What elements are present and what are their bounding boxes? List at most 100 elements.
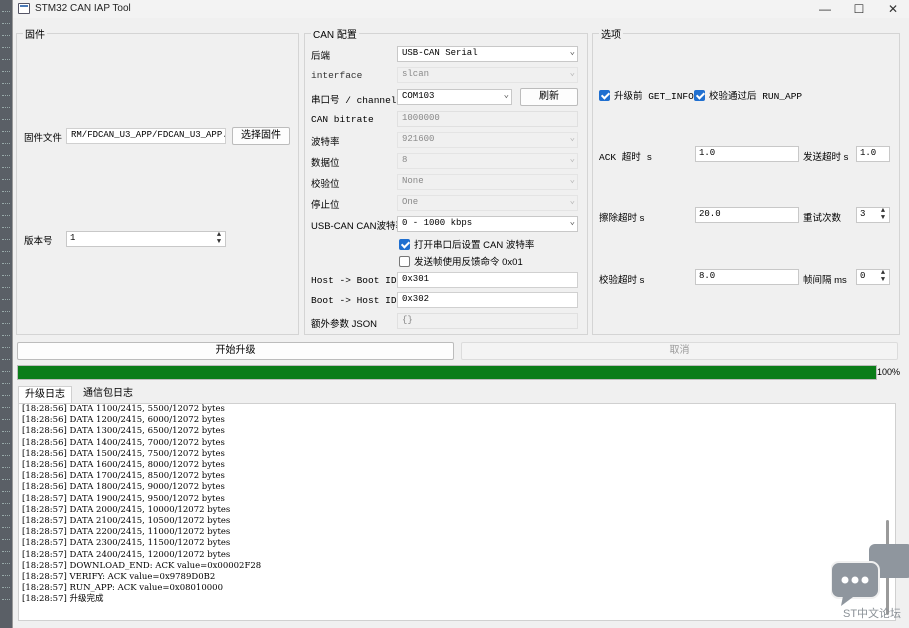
parity-combo[interactable]: None ⌄ — [397, 174, 578, 190]
log-line: [18:28:57] DATA 2300/2415, 11500/12072 b… — [22, 538, 231, 549]
log-line: [18:28:57] 升级完成 — [22, 594, 104, 605]
backend-label: 后端 — [311, 51, 331, 62]
extra-json-label: 额外参数 JSON — [311, 319, 377, 330]
chevron-down-icon: ⌄ — [503, 90, 509, 100]
log-line: [18:28:57] DATA 2100/2415, 10500/12072 b… — [22, 516, 231, 527]
send-timeout-label: 发送超时 s — [803, 152, 849, 163]
parity-value: None — [402, 176, 424, 186]
open-set-rate-label: 打开串口后设置 CAN 波特率 — [414, 240, 535, 251]
erase-timeout-value: 20.0 — [699, 209, 721, 219]
select-firmware-button[interactable]: 选择固件 — [232, 127, 290, 145]
host-boot-label: Host -> Boot ID — [311, 275, 397, 286]
run-app-checkbox[interactable]: 校验通过后 RUN_APP — [694, 88, 802, 102]
port-combo[interactable]: COM103 ⌄ — [397, 89, 512, 105]
erase-timeout-label: 擦除超时 s — [599, 213, 645, 224]
retry-value: 3 — [860, 209, 866, 219]
erase-timeout-spinbox[interactable]: 20.0 — [695, 207, 799, 223]
tab-packet-log[interactable]: 通信包日志 — [77, 386, 139, 403]
options-group: 选项 — [592, 26, 900, 335]
stopbits-combo[interactable]: One ⌄ — [397, 195, 578, 211]
send-timeout-value: 1.0 — [860, 148, 877, 158]
boot-host-label: Boot -> Host ID — [311, 295, 397, 306]
minimize-button[interactable]: — — [808, 0, 842, 18]
interval-spinbox[interactable]: 0 ▲ ▼ — [856, 269, 890, 285]
databits-combo[interactable]: 8 ⌄ — [397, 153, 578, 169]
port-value: COM103 — [402, 91, 435, 101]
log-line: [18:28:56] DATA 1100/2415, 5500/12072 by… — [22, 404, 225, 414]
spin-arrows-icon[interactable]: ▲ ▼ — [878, 270, 888, 284]
chevron-down-icon: ⌄ — [569, 217, 575, 227]
usbcan-rate-value: 0 - 1000 kbps — [402, 218, 473, 228]
ack-timeout-spinbox[interactable]: 1.0 — [695, 146, 799, 162]
chevron-down-icon: ⌄ — [569, 196, 575, 206]
interface-label: interface — [311, 70, 363, 81]
refresh-button[interactable]: 刷新 — [520, 88, 578, 106]
usbcan-rate-combo[interactable]: 0 - 1000 kbps ⌄ — [397, 216, 578, 232]
progress-fill — [18, 366, 876, 379]
run-app-label: 校验通过后 RUN_APP — [709, 91, 803, 102]
log-line: [18:28:56] DATA 1700/2415, 8500/12072 by… — [22, 471, 225, 482]
options-group-title: 选项 — [599, 26, 623, 41]
ack-timeout-value: 1.0 — [699, 148, 716, 158]
tab-upgrade-log[interactable]: 升级日志 — [18, 386, 72, 403]
app-icon — [18, 3, 30, 14]
can-config-group-title: CAN 配置 — [311, 26, 359, 41]
title-bar[interactable]: STM32 CAN IAP Tool — ☐ ✕ — [13, 0, 909, 18]
get-info-checkbox[interactable]: 升级前 GET_INFO — [599, 88, 694, 102]
progress-text: 100% — [877, 367, 901, 377]
version-spinbox[interactable]: 1 ▲ ▼ — [66, 231, 226, 247]
firmware-file-label: 固件文件 — [24, 133, 63, 144]
log-line: [18:28:57] DATA 2200/2415, 11000/12072 b… — [22, 527, 231, 538]
log-line: [18:28:56] DATA 1400/2415, 7000/12072 by… — [22, 437, 225, 448]
chevron-down-icon: ⌄ — [569, 68, 575, 78]
retry-spinbox[interactable]: 3 ▲ ▼ — [856, 207, 890, 223]
checkbox-checked-icon[interactable] — [599, 89, 610, 101]
stopbits-value: One — [402, 197, 419, 207]
progress-bar — [17, 365, 877, 380]
spin-arrows-icon[interactable]: ▲ ▼ — [878, 208, 888, 222]
checkbox-checked-icon[interactable] — [399, 238, 410, 250]
checkbox-checked-icon[interactable] — [694, 89, 705, 101]
log-line: [18:28:57] RUN_APP: ACK value=0x08010000 — [22, 583, 223, 594]
ack-timeout-label: ACK 超时 s — [599, 152, 653, 163]
baud-combo[interactable]: 921600 ⌄ — [397, 132, 578, 148]
firmware-group: 固件 — [16, 26, 299, 335]
databits-value: 8 — [402, 155, 408, 165]
verify-timeout-spinbox[interactable]: 8.0 — [695, 269, 799, 285]
interval-value: 0 — [860, 271, 866, 281]
version-value: 1 — [70, 233, 76, 243]
chevron-down-icon: ⌄ — [569, 175, 575, 185]
app-window: STM32 CAN IAP Tool — ☐ ✕ 固件 固件文件 RM/FDCA… — [12, 0, 909, 628]
backend-combo[interactable]: USB-CAN Serial ⌄ — [397, 46, 578, 62]
maximize-button[interactable]: ☐ — [842, 0, 876, 18]
usbcan-rate-label: USB-CAN CAN波特率 — [311, 221, 405, 232]
bitrate-label: CAN bitrate — [311, 114, 374, 125]
start-upgrade-button[interactable]: 开始升级 — [17, 342, 454, 360]
checkbox-unchecked-icon[interactable] — [399, 255, 410, 267]
chevron-down-icon: ⌄ — [569, 133, 575, 143]
backend-value: USB-CAN Serial — [402, 48, 478, 58]
reply-cmd-checkbox[interactable]: 发送帧使用反馈命令 0x01 — [399, 254, 523, 268]
bitrate-field[interactable]: 1000000 — [397, 111, 578, 127]
extra-json-field[interactable]: {} — [397, 313, 578, 329]
get-info-label: 升级前 GET_INFO — [614, 91, 694, 102]
close-button[interactable]: ✕ — [876, 0, 909, 18]
databits-label: 数据位 — [311, 158, 340, 169]
version-label: 版本号 — [24, 236, 53, 247]
spin-arrows-icon[interactable]: ▲ ▼ — [214, 232, 224, 246]
verify-timeout-value: 8.0 — [699, 271, 716, 281]
send-timeout-spinbox[interactable]: 1.0 — [856, 146, 890, 162]
log-output[interactable]: [18:28:56] DATA 1100/2415, 5500/12072 by… — [18, 403, 896, 621]
host-boot-field[interactable]: 0x301 — [397, 272, 578, 288]
parity-label: 校验位 — [311, 179, 340, 190]
firmware-file-field[interactable]: RM/FDCAN_U3_APP/FDCAN_U3_APP.hex — [66, 128, 226, 144]
baud-value: 921600 — [402, 134, 435, 144]
cancel-button[interactable]: 取消 — [461, 342, 898, 360]
port-label: 串口号 / channel — [311, 95, 397, 106]
background-desktop-strip — [0, 0, 12, 628]
open-set-rate-checkbox[interactable]: 打开串口后设置 CAN 波特率 — [399, 237, 534, 251]
boot-host-field[interactable]: 0x302 — [397, 292, 578, 308]
interface-combo[interactable]: slcan ⌄ — [397, 67, 578, 83]
chevron-down-icon: ⌄ — [569, 154, 575, 164]
interface-value: slcan — [402, 69, 430, 79]
